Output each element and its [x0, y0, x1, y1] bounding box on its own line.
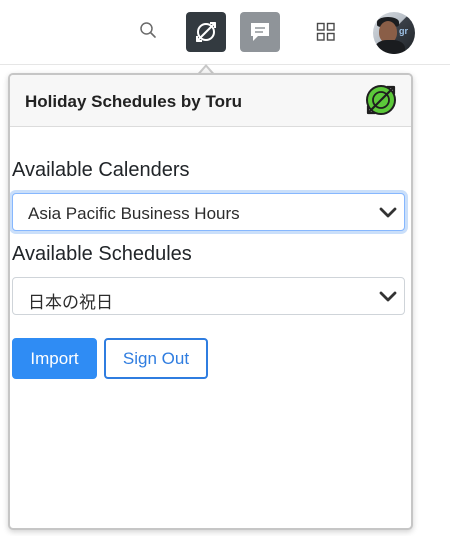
- holiday-schedules-logo-icon: [366, 85, 396, 115]
- popover-header: Holiday Schedules by Toru: [10, 75, 411, 127]
- chevron-down-icon: [379, 291, 397, 302]
- top-bar: gr: [0, 0, 450, 65]
- avatar-badge: gr: [399, 26, 408, 36]
- sync-icon: [196, 22, 216, 42]
- chat-icon: [251, 23, 269, 41]
- import-button[interactable]: Import: [12, 338, 97, 379]
- search-icon: [140, 22, 156, 38]
- schedule-select[interactable]: 日本の祝日: [12, 277, 405, 315]
- holiday-schedules-popover: Holiday Schedules by Toru Available Cale…: [8, 73, 413, 530]
- calendars-label: Available Calenders: [12, 159, 190, 181]
- apps-grid-button[interactable]: [311, 17, 341, 47]
- holiday-schedules-extension-button[interactable]: [186, 12, 226, 52]
- chat-button[interactable]: [240, 12, 280, 52]
- schedules-label: Available Schedules: [12, 243, 192, 265]
- chevron-down-icon: [379, 207, 397, 218]
- sign-out-button[interactable]: Sign Out: [104, 338, 208, 379]
- search-button[interactable]: [134, 14, 162, 46]
- schedule-select-value: 日本の祝日: [28, 293, 113, 312]
- user-avatar[interactable]: gr: [373, 12, 415, 54]
- avatar-body: [375, 40, 405, 54]
- calendar-select-value: Asia Pacific Business Hours: [28, 204, 240, 223]
- grid-icon: [316, 22, 335, 41]
- popover-title: Holiday Schedules by Toru: [25, 92, 242, 111]
- calendar-select[interactable]: Asia Pacific Business Hours: [12, 193, 405, 231]
